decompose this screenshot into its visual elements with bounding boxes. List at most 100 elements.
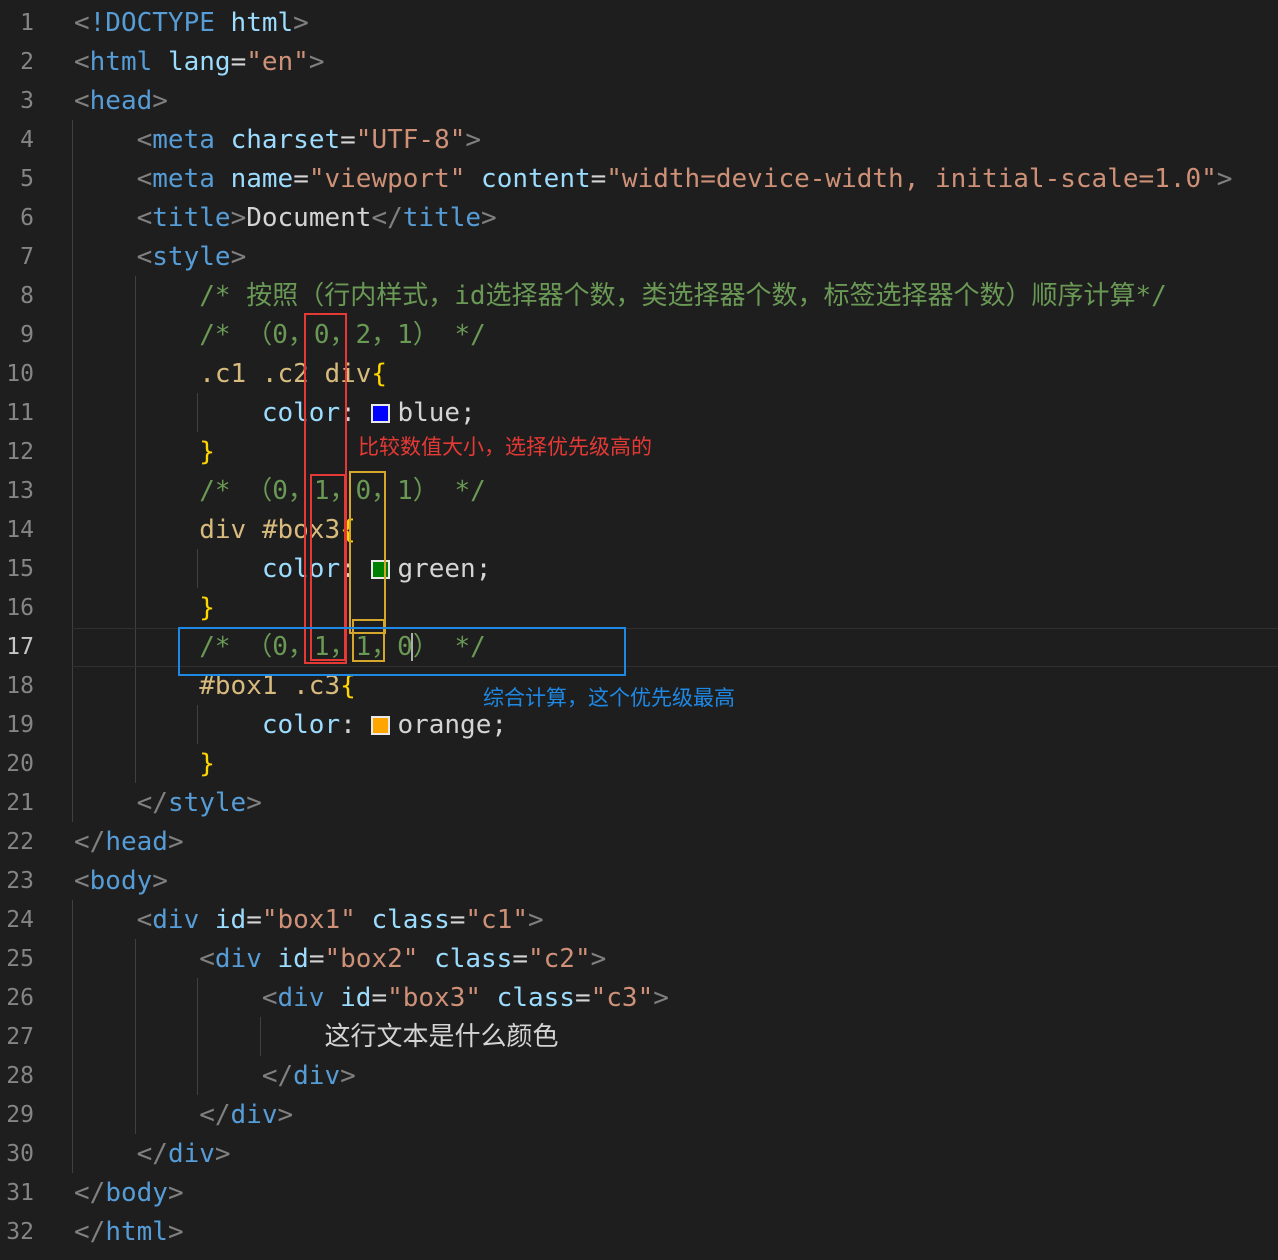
code-line[interactable]: 20 }: [0, 745, 1278, 784]
code-token: =: [371, 983, 388, 1013]
code-line[interactable]: 10 .c1 .c2 div{: [0, 355, 1278, 394]
line-number: 24: [6, 907, 34, 933]
code-token: html: [105, 1217, 168, 1247]
code-line[interactable]: 23 <body>: [0, 862, 1278, 901]
code-token: =: [590, 164, 607, 194]
line-number: 8: [20, 283, 34, 309]
color-swatch-icon[interactable]: [371, 716, 391, 735]
code-line[interactable]: 15 color: green;: [0, 550, 1278, 589]
line-number: 31: [6, 1180, 34, 1206]
code-line[interactable]: 6 <title>Document</title>: [0, 199, 1278, 238]
code-token: =: [230, 47, 247, 77]
code-token: >: [277, 1100, 294, 1130]
code-line[interactable]: 14 div #box3{: [0, 511, 1278, 550]
code-token: =: [449, 905, 466, 935]
line-number: 29: [6, 1102, 34, 1128]
code-token: <: [136, 164, 153, 194]
code-token: style: [152, 242, 231, 272]
code-token: >: [308, 47, 325, 77]
code-token: >: [152, 86, 168, 116]
code-line[interactable]: 2 <html lang="en">: [0, 43, 1278, 82]
code-text: #box1 .c3{: [74, 667, 356, 706]
code-token: >: [590, 944, 607, 974]
code-line[interactable]: 4 <meta charset="UTF-8">: [0, 121, 1278, 160]
code-token: =: [246, 905, 262, 935]
code-token: #box1 .c3: [199, 671, 341, 701]
code-line[interactable]: 9 /* （0，0，2，1） */: [0, 316, 1278, 355]
code-token: </: [261, 1061, 294, 1091]
line-number: 30: [6, 1141, 34, 1167]
code-text: }: [74, 589, 215, 628]
code-line[interactable]: 11 color: blue;: [0, 394, 1278, 433]
code-token: div: [277, 983, 325, 1013]
code-line[interactable]: 7 <style>: [0, 238, 1278, 277]
code-line[interactable]: 3 <head>: [0, 82, 1278, 121]
color-swatch-icon[interactable]: [371, 560, 391, 579]
code-line[interactable]: 8 /* 按照（行内样式，id选择器个数，类选择器个数，标签选择器个数）顺序计算…: [0, 277, 1278, 316]
code-line[interactable]: 24 <div id="box1" class="c1">: [0, 901, 1278, 940]
code-line[interactable]: 28 </div>: [0, 1057, 1278, 1096]
code-line[interactable]: 21 </style>: [0, 784, 1278, 823]
code-token: color: [261, 398, 341, 428]
code-line[interactable]: 26 <div id="box3" class="c3">: [0, 979, 1278, 1018]
code-token: body: [105, 1178, 168, 1208]
code-text: </body>: [74, 1174, 184, 1213]
code-line[interactable]: 22 </head>: [0, 823, 1278, 862]
code-token: class: [434, 944, 513, 974]
code-line[interactable]: 32 </html>: [0, 1213, 1278, 1252]
code-line[interactable]: 31 </body>: [0, 1174, 1278, 1213]
code-token: head: [105, 827, 168, 857]
code-line[interactable]: 19 color: orange;: [0, 706, 1278, 745]
code-token: "c1": [465, 905, 529, 935]
code-token: =: [512, 944, 528, 974]
code-text: color: orange;: [74, 706, 507, 745]
line-number: 4: [20, 127, 34, 153]
code-token: {: [371, 359, 388, 389]
code-line[interactable]: 5 <meta name="viewport" content="width=d…: [0, 160, 1278, 199]
code-token: =: [574, 983, 591, 1013]
line-number: 21: [6, 790, 34, 816]
line-number: 17: [6, 634, 34, 660]
code-token: <: [74, 86, 90, 116]
code-text: <head>: [74, 82, 168, 121]
code-line[interactable]: 30 </div>: [0, 1135, 1278, 1174]
line-number: 11: [6, 400, 34, 426]
code-text: </style>: [74, 784, 262, 823]
code-text: </div>: [74, 1057, 356, 1096]
code-token: class: [496, 983, 575, 1013]
code-line[interactable]: 17 /* （0，1，1，0） */: [0, 628, 1278, 667]
code-token: html: [89, 47, 153, 77]
code-token: }: [199, 749, 215, 779]
code-token: id: [277, 944, 309, 974]
code-line[interactable]: 29 </div>: [0, 1096, 1278, 1135]
line-number: 2: [20, 49, 34, 75]
code-token: }: [199, 593, 215, 623]
code-token: green;: [397, 554, 492, 584]
code-line[interactable]: 1 <!DOCTYPE html>: [0, 4, 1278, 43]
code-token: /* （0，1，0，1） */: [199, 476, 486, 506]
color-swatch-icon[interactable]: [371, 404, 391, 423]
code-token: blue;: [397, 398, 476, 428]
line-number: 9: [20, 322, 34, 348]
code-text: <div id="box1" class="c1">: [74, 901, 544, 940]
code-token: :: [340, 554, 372, 584]
code-editor[interactable]: 1 <!DOCTYPE html> 2 <html lang="en"> 3 <head>…: [0, 0, 1278, 1260]
code-token: "UTF-8": [355, 125, 466, 155]
code-token: >: [152, 866, 168, 896]
code-text: color: blue;: [74, 394, 476, 433]
code-line[interactable]: 25 <div id="box2" class="c2">: [0, 940, 1278, 979]
code-line[interactable]: 27 这行文本是什么颜色: [0, 1018, 1278, 1057]
code-token: >: [167, 827, 184, 857]
code-line[interactable]: 13 /* （0，1，0，1） */: [0, 472, 1278, 511]
line-number: 26: [6, 985, 34, 1011]
code-token: 这行文本是什么颜色: [74, 1022, 559, 1052]
code-line[interactable]: 16 }: [0, 589, 1278, 628]
